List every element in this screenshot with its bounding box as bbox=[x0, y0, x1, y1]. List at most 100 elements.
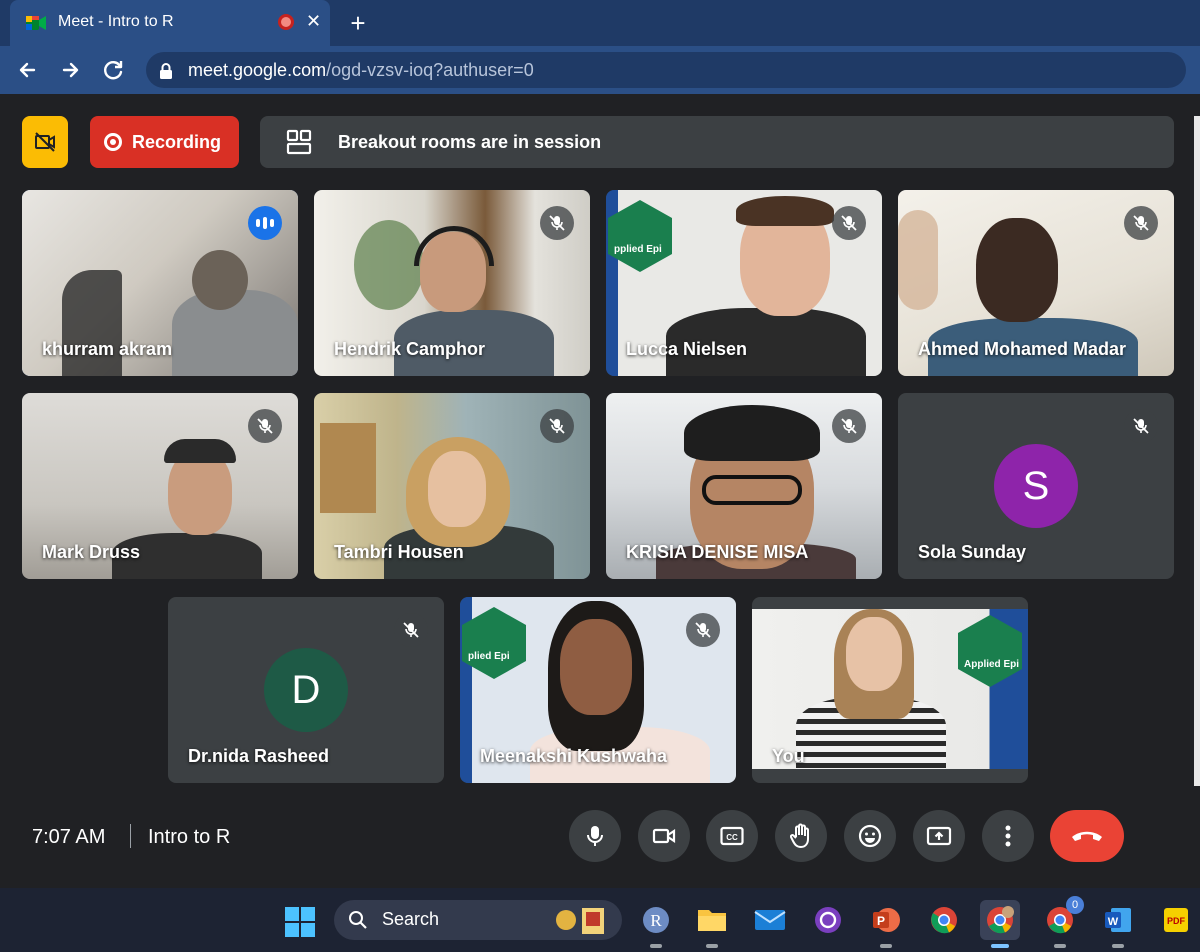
url-text: meet.google.com/ogd-vzsv-ioq?authuser=0 bbox=[188, 60, 534, 81]
taskbar-chrome-second-profile[interactable]: 0 bbox=[1040, 896, 1084, 948]
participant-tile-tambri-housen[interactable]: Tambri Housen bbox=[314, 393, 590, 579]
r-language-icon: R bbox=[643, 907, 669, 933]
url-path: /ogd-vzsv-ioq?authuser=0 bbox=[326, 60, 534, 80]
folder-icon bbox=[698, 910, 726, 931]
reactions-button[interactable] bbox=[844, 810, 896, 862]
participant-name: You bbox=[772, 746, 805, 766]
participant-avatar: D bbox=[264, 648, 348, 732]
divider bbox=[130, 824, 131, 848]
google-meet-favicon-icon bbox=[26, 16, 46, 30]
participant-name: Mark Druss bbox=[42, 542, 141, 562]
browser-tab-strip: Meet - Intro to R ✕ + bbox=[0, 0, 1200, 46]
participant-name: KRISIA DENISE MISA bbox=[626, 542, 809, 562]
meeting-title[interactable]: Intro to R bbox=[148, 826, 230, 849]
recording-label: Recording bbox=[132, 131, 222, 152]
participant-tile-dr-nida-rasheed[interactable]: D Dr.nida Rasheed bbox=[168, 597, 444, 783]
participant-name: Ahmed Mohamed Madar bbox=[918, 339, 1127, 359]
address-bar[interactable]: meet.google.com/ogd-vzsv-ioq?authuser=0 bbox=[146, 52, 1186, 88]
raise-hand-icon bbox=[790, 823, 809, 848]
windows-start-icon[interactable] bbox=[284, 906, 316, 938]
muted-mic-icon bbox=[540, 206, 574, 240]
close-tab-icon[interactable]: ✕ bbox=[306, 11, 321, 32]
participant-name: Sola Sunday bbox=[918, 542, 1027, 562]
camera-issue-button[interactable] bbox=[22, 116, 68, 168]
camera-button[interactable] bbox=[638, 810, 690, 862]
muted-mic-icon bbox=[1124, 206, 1158, 240]
taskbar-github-desktop[interactable] bbox=[808, 900, 848, 940]
taskbar-mail[interactable] bbox=[750, 900, 790, 940]
muted-mic-icon bbox=[540, 409, 574, 443]
back-icon[interactable] bbox=[14, 56, 42, 84]
search-highlight-icon bbox=[556, 908, 604, 934]
present-screen-button[interactable] bbox=[913, 810, 965, 862]
raise-hand-button[interactable] bbox=[775, 810, 827, 862]
participant-tile-krisia-denise-misa[interactable]: KRISIA DENISE MISA bbox=[606, 393, 882, 579]
applied-epi-logo: Applied Epi bbox=[958, 615, 1022, 687]
more-vert-icon bbox=[1005, 825, 1011, 847]
taskbar-powerpoint[interactable]: P bbox=[866, 900, 906, 948]
participant-tile-lucca-nielsen[interactable]: pplied Epi Lucca Nielsen bbox=[606, 190, 882, 376]
chrome-profile-icon bbox=[987, 906, 1014, 934]
participant-tile-hendrik-camphor[interactable]: Hendrik Camphor bbox=[314, 190, 590, 376]
more-options-button[interactable] bbox=[982, 810, 1034, 862]
breakout-label: Breakout rooms are in session bbox=[338, 131, 602, 152]
browser-tab-meet[interactable]: Meet - Intro to R ✕ bbox=[10, 0, 330, 46]
participant-avatar: S bbox=[994, 444, 1078, 528]
mail-icon bbox=[754, 910, 786, 930]
participant-name: Tambri Housen bbox=[334, 542, 464, 562]
breakout-rooms-banner[interactable]: Breakout rooms are in session bbox=[260, 116, 1174, 168]
taskbar-file-explorer[interactable] bbox=[692, 900, 732, 948]
muted-mic-icon bbox=[248, 409, 282, 443]
emoji-icon bbox=[858, 824, 882, 848]
svg-text:PDF: PDF bbox=[1167, 916, 1186, 926]
participant-name: Meenakshi Kushwaha bbox=[480, 746, 668, 766]
present-to-all-icon bbox=[926, 826, 952, 846]
taskbar-chrome-profile-active[interactable] bbox=[980, 900, 1020, 948]
tab-title: Meet - Intro to R bbox=[58, 13, 174, 30]
lock-icon[interactable] bbox=[158, 62, 174, 80]
reload-icon[interactable] bbox=[100, 56, 128, 84]
participant-tile-mark-druss[interactable]: Mark Druss bbox=[22, 393, 298, 579]
taskbar-search-box[interactable]: Search bbox=[334, 900, 622, 940]
captions-button[interactable]: CC bbox=[706, 810, 758, 862]
participant-tile-you[interactable]: Applied Epi You bbox=[752, 597, 1028, 783]
meet-call-view: Recording Breakout rooms are in session … bbox=[0, 94, 1200, 888]
recording-indicator[interactable]: Recording bbox=[90, 116, 239, 168]
microphone-icon bbox=[587, 826, 603, 846]
notification-badge: 0 bbox=[1066, 896, 1084, 914]
video-off-icon bbox=[35, 132, 55, 152]
meeting-clock: 7:07 AM bbox=[32, 826, 106, 848]
search-icon bbox=[349, 911, 367, 929]
taskbar-word[interactable]: W bbox=[1098, 900, 1138, 948]
new-tab-button[interactable]: + bbox=[344, 8, 372, 39]
muted-mic-icon bbox=[1124, 409, 1158, 443]
breakout-rooms-icon bbox=[286, 129, 312, 155]
microphone-button[interactable] bbox=[569, 810, 621, 862]
participant-tile-meenakshi-kushwaha[interactable]: plied Epi Meenakshi Kushwaha bbox=[460, 597, 736, 783]
applied-epi-logo: pplied Epi bbox=[608, 200, 672, 272]
taskbar-r-app[interactable]: R bbox=[636, 900, 676, 948]
muted-mic-icon bbox=[832, 206, 866, 240]
windows-taskbar: Search R P 0 W PDF bbox=[0, 888, 1200, 952]
leave-call-button[interactable] bbox=[1050, 810, 1124, 862]
svg-text:W: W bbox=[1108, 916, 1119, 928]
word-icon: W bbox=[1105, 908, 1131, 932]
github-icon bbox=[815, 907, 841, 933]
muted-mic-icon bbox=[394, 613, 428, 647]
svg-text:P: P bbox=[877, 914, 885, 928]
participant-name: khurram akram bbox=[42, 339, 173, 359]
speaking-indicator-icon bbox=[248, 206, 282, 240]
taskbar-pdf-reader[interactable]: PDF bbox=[1156, 900, 1196, 940]
participant-tile-ahmed-mohamed-madar[interactable]: Ahmed Mohamed Madar bbox=[898, 190, 1174, 376]
closed-captions-icon: CC bbox=[720, 826, 744, 846]
page-scrollbar[interactable] bbox=[1194, 116, 1200, 786]
participant-tile-khurram-akram[interactable]: khurram akram bbox=[22, 190, 298, 376]
taskbar-chrome[interactable] bbox=[924, 900, 964, 940]
participant-name: Dr.nida Rasheed bbox=[188, 746, 330, 766]
forward-icon[interactable] bbox=[56, 56, 84, 84]
svg-text:CC: CC bbox=[726, 833, 738, 842]
videocam-icon bbox=[652, 828, 676, 844]
pdf-icon: PDF bbox=[1164, 908, 1188, 932]
participant-tile-sola-sunday[interactable]: S Sola Sunday bbox=[898, 393, 1174, 579]
self-view-video: Applied Epi bbox=[752, 609, 1028, 769]
